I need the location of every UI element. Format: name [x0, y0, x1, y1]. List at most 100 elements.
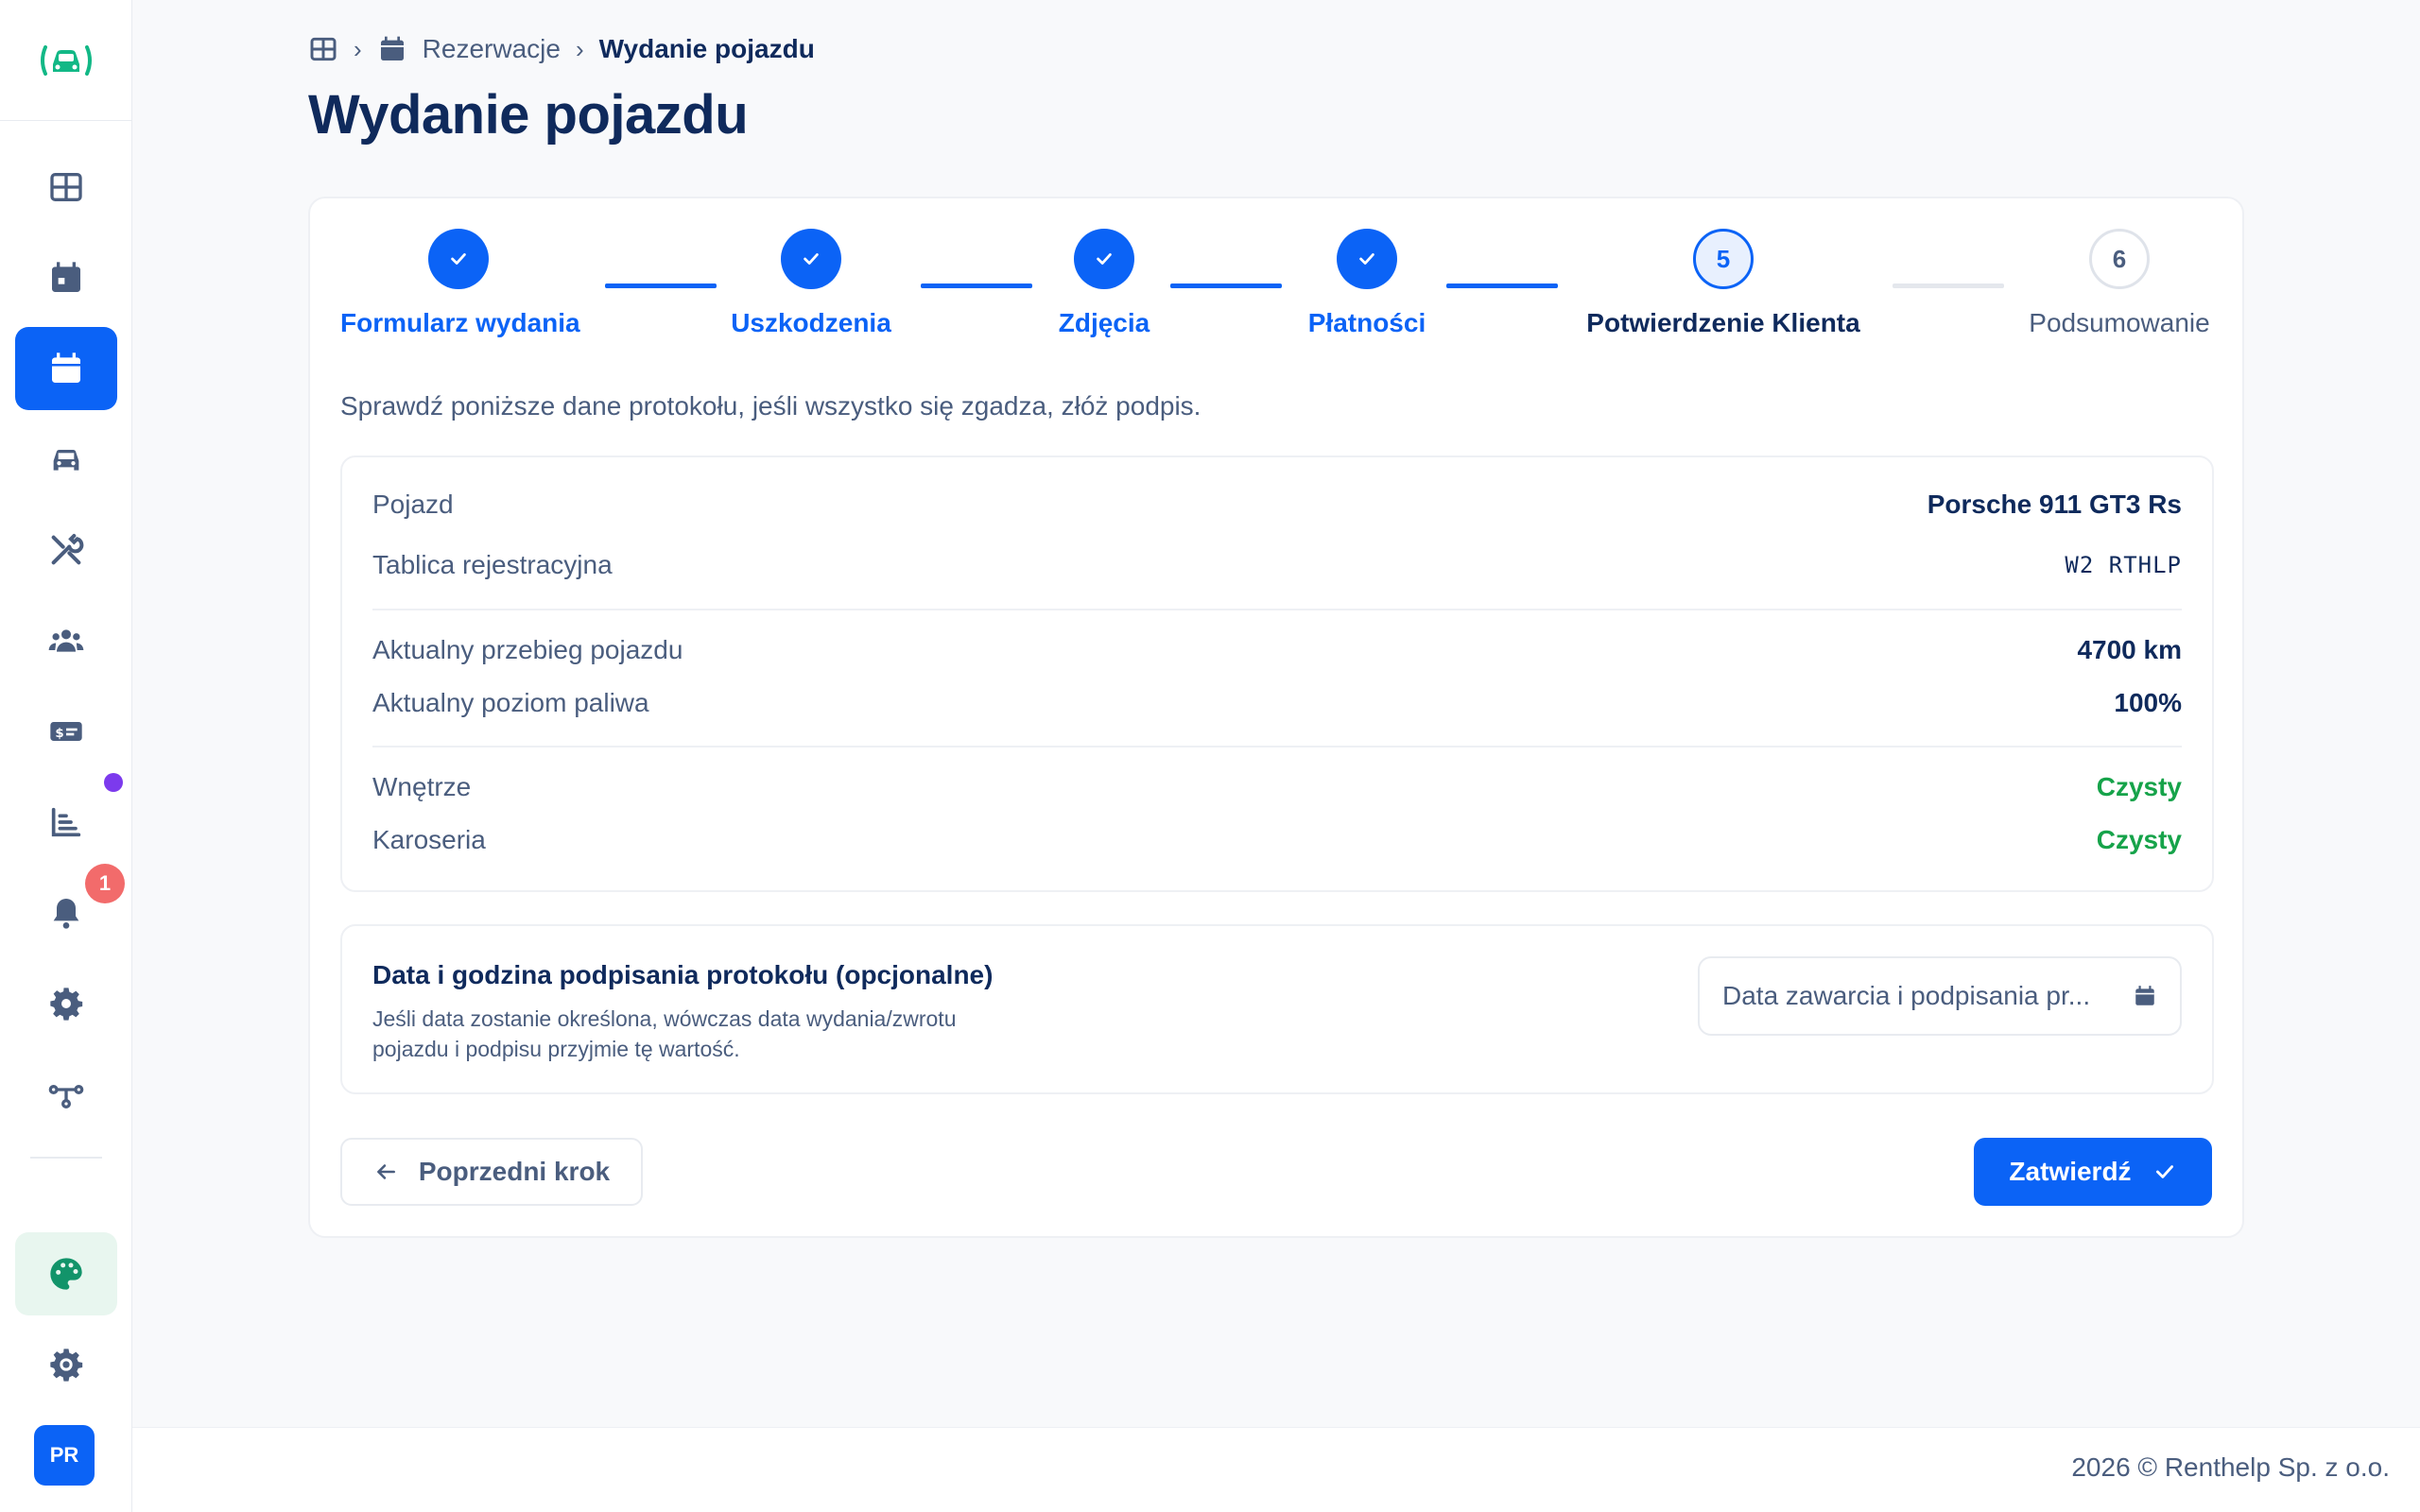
nav-dashboard[interactable]: [15, 146, 117, 229]
calendar-icon: [52, 262, 80, 292]
check-icon: [428, 229, 489, 289]
plate-label: Tablica rejestracyjna: [372, 550, 613, 579]
check-icon: [1074, 229, 1134, 289]
plate-value: W2 RTHLP: [2065, 552, 2182, 578]
step-label: Uszkodzenia: [731, 308, 891, 337]
divider: [372, 746, 2182, 747]
step-label: Potwierdzenie Klienta: [1586, 308, 1860, 337]
step-label: Podsumowanie: [2029, 308, 2210, 337]
body-value: Czysty: [2096, 825, 2182, 854]
step-connector: [1170, 284, 1282, 288]
calendar-icon: [380, 36, 404, 60]
nav-service[interactable]: [15, 508, 117, 592]
signing-date-description: Jeśli data zostanie określona, wówczas d…: [372, 1006, 957, 1061]
nav-vehicles[interactable]: [15, 418, 117, 501]
chevron-right-icon: ›: [575, 34, 584, 63]
check-icon: [2155, 1165, 2173, 1178]
nav-integrations[interactable]: [15, 1053, 117, 1136]
mileage-value: 4700 km: [2077, 635, 2182, 664]
step-connector: [921, 284, 1032, 288]
calendar-icon[interactable]: [2133, 984, 2157, 1008]
nav-system-settings[interactable]: [15, 1323, 117, 1406]
page-title: Wydanie pojazdu: [308, 84, 749, 146]
summary-row-mileage: Aktualny przebieg pojazdu 4700 km: [372, 631, 2182, 669]
step-label: Płatności: [1307, 308, 1426, 337]
step-label: Formularz wydania: [340, 308, 580, 337]
step-3[interactable]: Zdjęcia: [1047, 229, 1161, 338]
notification-count-badge: 1: [85, 864, 125, 903]
protocol-summary: Pojazd Porsche 911 GT3 Rs Tablica rejest…: [340, 455, 2214, 892]
money-icon: $: [50, 722, 82, 741]
confirm-label: Zatwierdź: [2009, 1157, 2132, 1186]
previous-step-button[interactable]: Poprzedni krok: [340, 1138, 643, 1206]
reports-status-dot: [104, 773, 123, 792]
summary-row-vehicle: Pojazd Porsche 911 GT3 Rs: [372, 486, 2182, 524]
user-avatar[interactable]: PR: [34, 1425, 95, 1486]
step-5[interactable]: 5 Potwierdzenie Klienta: [1577, 229, 1870, 338]
signing-date-section: Data i godzina podpisania protokołu (opc…: [340, 924, 2214, 1094]
fuel-value: 100%: [2114, 688, 2182, 717]
summary-row-interior: Wnętrze Czysty: [372, 768, 2182, 806]
nav-settings[interactable]: [15, 962, 117, 1045]
tools-icon: [51, 534, 84, 565]
nav-customers[interactable]: [15, 599, 117, 682]
calendar-icon: [52, 352, 80, 383]
step-connector: [605, 284, 717, 288]
handover-card: Formularz wydania Uszkodzenia Zdjęcia Pł…: [308, 197, 2244, 1238]
app-logo[interactable]: [0, 0, 131, 121]
vehicle-label: Pojazd: [372, 490, 454, 519]
previous-step-label: Poprzedni krok: [418, 1157, 611, 1186]
palette-icon: [50, 1258, 82, 1290]
step-1[interactable]: Formularz wydania: [340, 229, 580, 338]
interior-value: Czysty: [2096, 772, 2182, 801]
nav-reservations[interactable]: [15, 327, 117, 410]
step-2[interactable]: Uszkodzenia: [726, 229, 896, 338]
nav-theme[interactable]: [15, 1232, 117, 1315]
users-icon: [48, 629, 84, 652]
nav-reports[interactable]: [15, 781, 117, 864]
summary-row-plate: Tablica rejestracyjna W2 RTHLP: [372, 546, 2182, 584]
car-icon: [53, 450, 79, 471]
breadcrumb: › Rezerwacje › Wydanie pojazdu: [308, 30, 815, 68]
chevron-right-icon: ›: [354, 34, 362, 63]
signing-date-placeholder: Data zawarcia i podpisania pr...: [1722, 981, 2091, 1010]
vehicle-value: Porsche 911 GT3 Rs: [1927, 490, 2182, 519]
interior-label: Wnętrze: [372, 772, 472, 801]
step-label: Zdjęcia: [1058, 308, 1150, 337]
breadcrumb-current: Wydanie pojazdu: [598, 34, 815, 63]
car-wireless-logo-icon: [40, 44, 92, 76]
mileage-label: Aktualny przebieg pojazdu: [372, 635, 683, 664]
cog-icon: [50, 1349, 83, 1382]
gear-icon: [50, 988, 83, 1021]
body-label: Karoseria: [372, 825, 486, 854]
arrow-left-icon: [376, 1164, 395, 1179]
network-icon: [48, 1085, 84, 1108]
summary-row-body: Karoseria Czysty: [372, 821, 2182, 859]
signing-date-input[interactable]: Data zawarcia i podpisania pr...: [1698, 956, 2182, 1036]
nav-calendar[interactable]: [15, 236, 117, 319]
bell-icon: [53, 899, 79, 929]
step-6[interactable]: 6 Podsumowanie: [2023, 229, 2216, 338]
step-connector: [1893, 284, 2004, 288]
divider: [372, 609, 2182, 610]
grid-icon[interactable]: [308, 34, 338, 64]
nav-payments[interactable]: $: [15, 690, 117, 773]
sidebar: $ 1 PR: [0, 0, 132, 1512]
signing-date-title: Data i godzina podpisania protokołu (opc…: [372, 960, 994, 989]
grid-icon: [50, 173, 82, 201]
copyright-text: 2026 © Renthelp Sp. z o.o.: [2071, 1452, 2390, 1482]
step-number: 6: [2089, 229, 2150, 289]
footer: 2026 © Renthelp Sp. z o.o.: [132, 1427, 2420, 1512]
check-icon: [781, 229, 841, 289]
check-icon: [1337, 229, 1397, 289]
step-connector: [1446, 284, 1558, 288]
summary-row-fuel: Aktualny poziom paliwa 100%: [372, 684, 2182, 722]
intro-text: Sprawdź poniższe dane protokołu, jeśli w…: [340, 391, 1201, 421]
fuel-label: Aktualny poziom paliwa: [372, 688, 649, 717]
confirm-button[interactable]: Zatwierdź: [1974, 1138, 2212, 1206]
step-4[interactable]: Płatności: [1301, 229, 1433, 338]
sidebar-divider: [30, 1157, 102, 1159]
step-number: 5: [1693, 229, 1754, 289]
bar-chart-icon: [51, 807, 81, 837]
breadcrumb-reservations[interactable]: Rezerwacje: [423, 34, 561, 64]
